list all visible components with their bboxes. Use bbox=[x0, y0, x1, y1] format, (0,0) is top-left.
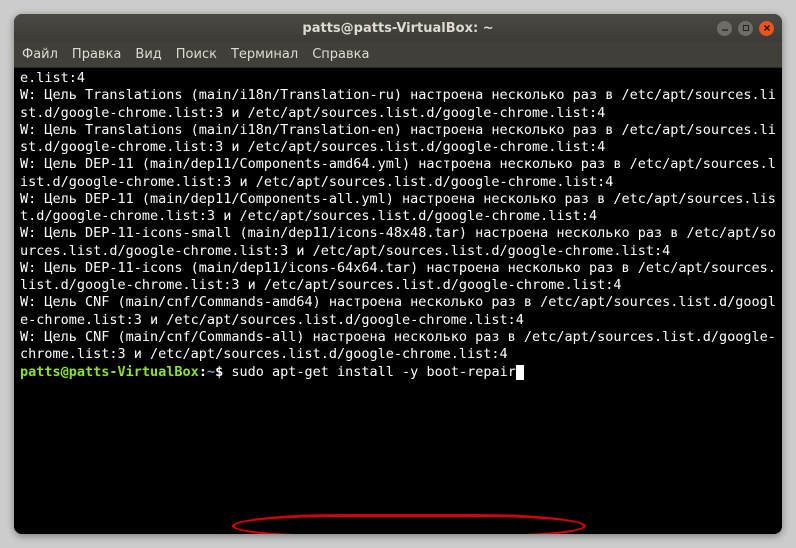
menu-terminal[interactable]: Терминал bbox=[231, 47, 298, 62]
menu-file[interactable]: Файл bbox=[22, 47, 58, 62]
terminal-line: W: Цель DEP-11 (main/dep11/Components-al… bbox=[20, 191, 776, 224]
terminal-content[interactable]: e.list:4 W: Цель Translations (main/i18n… bbox=[14, 68, 782, 534]
prompt-colon: : bbox=[199, 364, 207, 380]
command-input: sudo apt-get install -y boot-repair bbox=[231, 364, 515, 380]
prompt-path: ~ bbox=[207, 364, 215, 380]
prompt-symbol: $ bbox=[215, 364, 223, 380]
minimize-icon bbox=[721, 24, 729, 32]
menubar: Файл Правка Вид Поиск Терминал Справка bbox=[14, 42, 782, 68]
terminal-line: W: Цель DEP-11-icons (main/dep11/icons-6… bbox=[20, 260, 776, 293]
terminal-line: W: Цель Translations (main/i18n/Translat… bbox=[20, 87, 776, 120]
minimize-button[interactable] bbox=[717, 21, 732, 36]
cursor-icon bbox=[516, 365, 524, 380]
maximize-icon bbox=[742, 24, 750, 32]
menu-help[interactable]: Справка bbox=[312, 47, 369, 62]
annotation-highlight bbox=[232, 514, 586, 534]
close-icon bbox=[763, 24, 771, 32]
terminal-line: W: Цель DEP-11-icons-small (main/dep11/i… bbox=[20, 225, 776, 258]
menu-search[interactable]: Поиск bbox=[176, 47, 217, 62]
menu-edit[interactable]: Правка bbox=[72, 47, 121, 62]
terminal-line: W: Цель DEP-11 (main/dep11/Components-am… bbox=[20, 156, 776, 189]
titlebar[interactable]: patts@patts-VirtualBox: ~ bbox=[14, 14, 782, 42]
close-button[interactable] bbox=[759, 21, 774, 36]
prompt-line: patts@patts-VirtualBox:~$ sudo apt-get i… bbox=[20, 364, 524, 380]
maximize-button[interactable] bbox=[738, 21, 753, 36]
window-controls bbox=[717, 21, 774, 36]
terminal-line: e.list:4 bbox=[20, 70, 85, 86]
terminal-line: W: Цель CNF (main/cnf/Commands-all) наст… bbox=[20, 329, 776, 362]
terminal-line: W: Цель CNF (main/cnf/Commands-amd64) на… bbox=[20, 294, 776, 327]
prompt-user-host: patts@patts-VirtualBox bbox=[20, 364, 199, 380]
menu-view[interactable]: Вид bbox=[135, 47, 161, 62]
window-title: patts@patts-VirtualBox: ~ bbox=[302, 21, 493, 36]
terminal-line: W: Цель Translations (main/i18n/Translat… bbox=[20, 122, 776, 155]
terminal-window: patts@patts-VirtualBox: ~ Файл Правка Ви… bbox=[14, 14, 782, 534]
desktop-background: patts@patts-VirtualBox: ~ Файл Правка Ви… bbox=[0, 0, 796, 548]
